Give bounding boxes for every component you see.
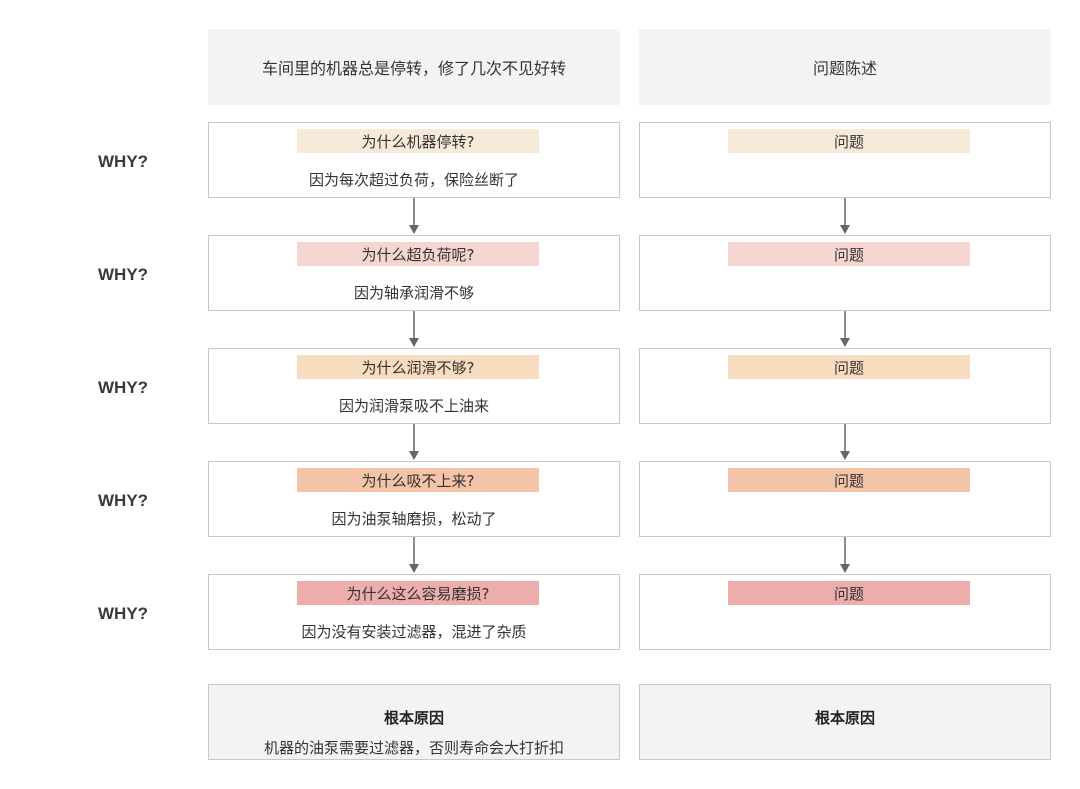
why-label-5: WHY? (98, 604, 149, 623)
problem-step-2: 问题 (639, 235, 1051, 311)
down-arrow-icon (409, 424, 419, 460)
problem-label-3: 问题 (728, 355, 970, 379)
why-label-4: WHY? (98, 491, 149, 510)
problem-label-5: 问题 (728, 581, 970, 605)
problem-step-1: 问题 (639, 122, 1051, 198)
problem-step-4: 问题 (639, 461, 1051, 537)
down-arrow-icon (840, 424, 850, 460)
root-cause-box: 根本原因 机器的油泵需要过滤器，否则寿命会大打折扣 (208, 684, 620, 760)
why-answer-5: 因为没有安装过滤器，混进了杂质 (301, 623, 527, 641)
why-step-3: 为什么润滑不够? 因为润滑泵吸不上油来 (208, 348, 620, 424)
problem-label-2: 问题 (728, 242, 970, 266)
why-step-5: 为什么这么容易磨损? 因为没有安装过滤器，混进了杂质 (208, 574, 620, 650)
down-arrow-icon (840, 311, 850, 347)
why-answer-1: 因为每次超过负荷，保险丝断了 (308, 171, 519, 189)
problem-step-3: 问题 (639, 348, 1051, 424)
why-answer-2: 因为轴承润滑不够 (353, 284, 474, 302)
root-cause-text: 机器的油泵需要过滤器，否则寿命会大打折扣 (263, 739, 564, 757)
why-question-2: 为什么超负荷呢? (297, 242, 539, 266)
why-label-3: WHY? (98, 378, 149, 397)
why-answer-3: 因为润滑泵吸不上油来 (338, 397, 489, 415)
down-arrow-icon (409, 198, 419, 234)
problem-statement-label-box: 问题陈述 (639, 29, 1051, 105)
root-cause-title: 根本原因 (383, 709, 444, 727)
down-arrow-icon (840, 198, 850, 234)
why-step-2: 为什么超负荷呢? 因为轴承润滑不够 (208, 235, 620, 311)
down-arrow-icon (409, 311, 419, 347)
why-question-1: 为什么机器停转? (297, 129, 539, 153)
why-question-5: 为什么这么容易磨损? (297, 581, 539, 605)
why-label-1: WHY? (98, 152, 149, 171)
down-arrow-icon (409, 537, 419, 573)
problem-label-1: 问题 (728, 129, 970, 153)
problem-statement-text: 车间里的机器总是停转，修了几次不见好转 (261, 59, 566, 78)
down-arrow-icon (840, 537, 850, 573)
problem-statement-box: 车间里的机器总是停转，修了几次不见好转 (208, 29, 620, 105)
why-label-2: WHY? (98, 265, 149, 284)
root-cause-label-box: 根本原因 (639, 684, 1051, 760)
problem-step-5: 问题 (639, 574, 1051, 650)
why-step-4: 为什么吸不上来? 因为油泵轴磨损，松动了 (208, 461, 620, 537)
root-cause-label: 根本原因 (814, 709, 875, 727)
problem-statement-label: 问题陈述 (812, 59, 877, 78)
problem-label-4: 问题 (728, 468, 970, 492)
why-answer-4: 因为油泵轴磨损，松动了 (331, 510, 497, 528)
why-question-4: 为什么吸不上来? (297, 468, 539, 492)
why-step-1: 为什么机器停转? 因为每次超过负荷，保险丝断了 (208, 122, 620, 198)
why-question-3: 为什么润滑不够? (297, 355, 539, 379)
